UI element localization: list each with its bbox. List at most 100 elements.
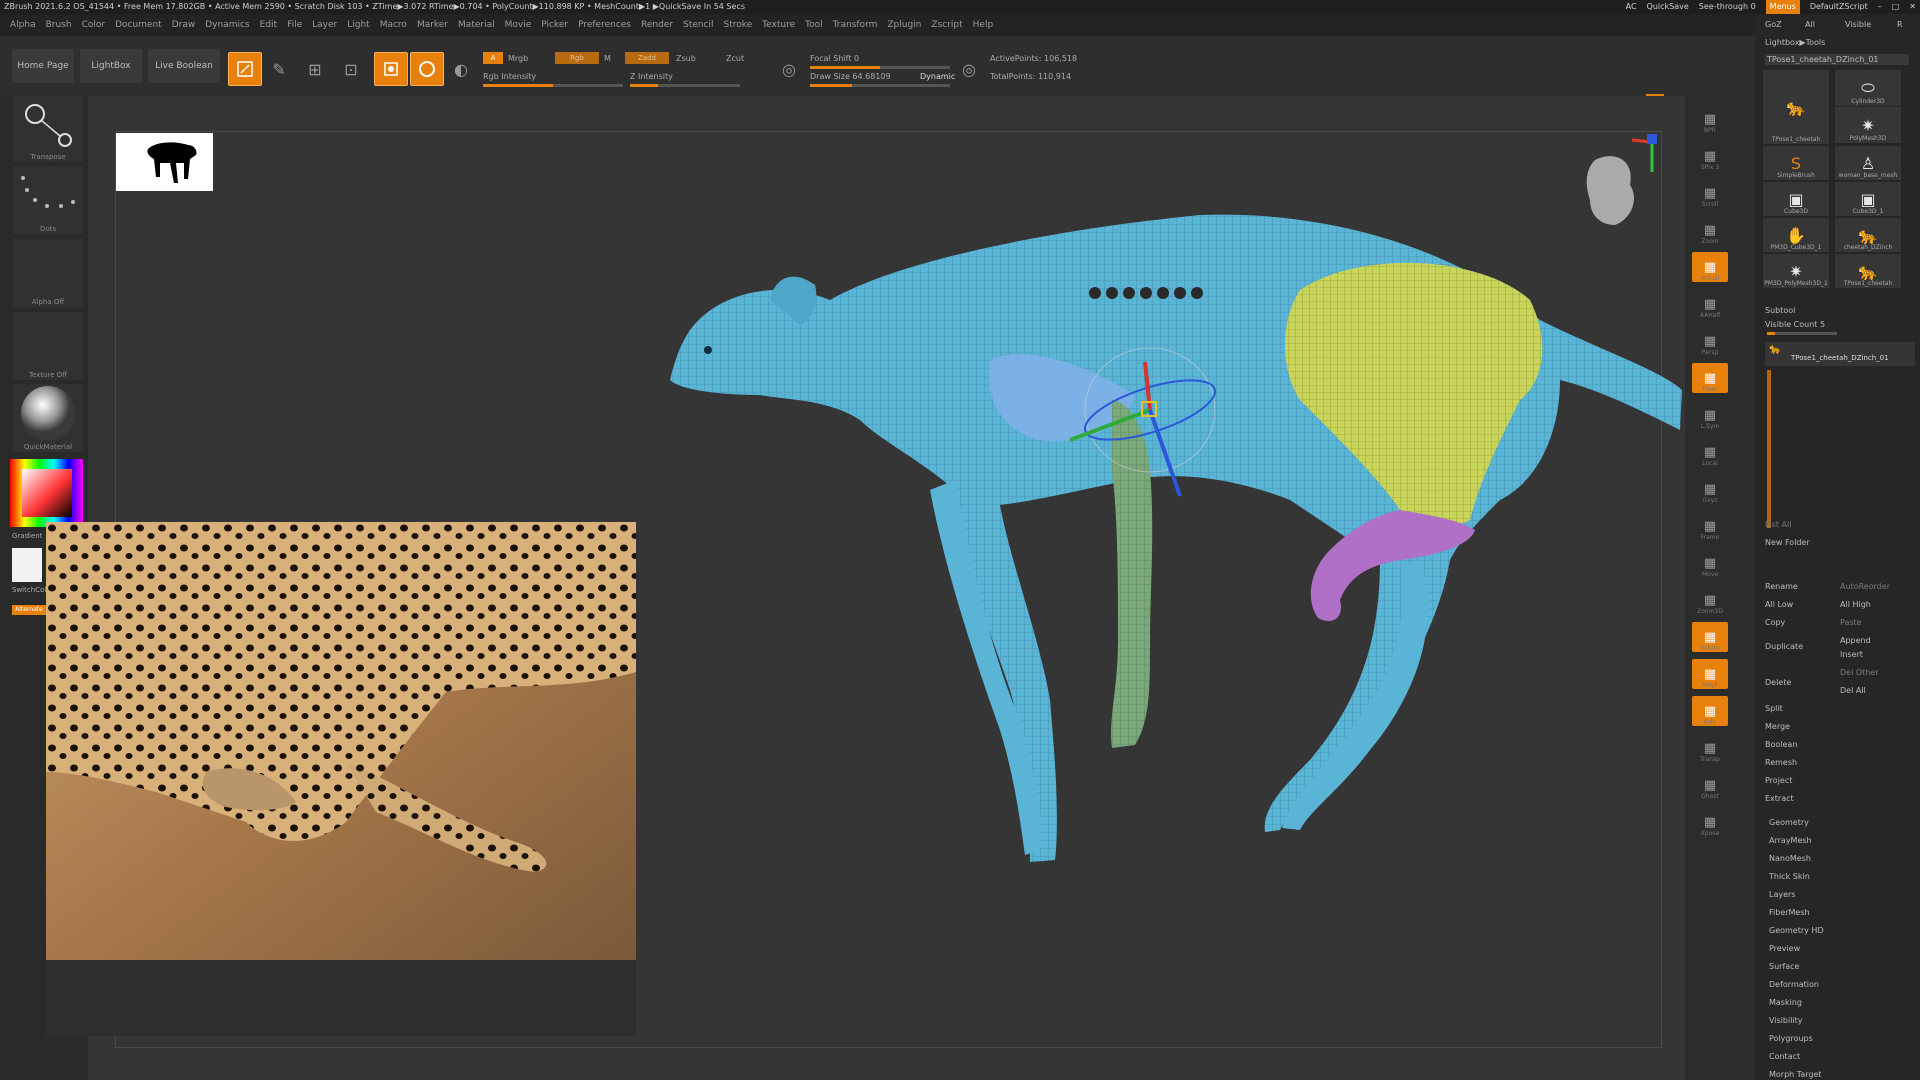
subtool-header[interactable]: Subtool [1765, 306, 1795, 315]
tool-thumb[interactable]: 🐆 cheetah_DZinch [1835, 218, 1901, 252]
subtool-all-high-button[interactable]: All High [1840, 600, 1871, 609]
shelf-solo[interactable]: ▦ Solo [1692, 696, 1728, 726]
list-all-button[interactable]: List All [1765, 520, 1791, 529]
shelf-zoom[interactable]: ▦ Zoom [1692, 215, 1728, 246]
shelf-actual-icon: ▦ [1703, 259, 1717, 275]
tool-nanomesh-section[interactable]: NanoMesh [1769, 854, 1811, 863]
subtool-extract-section[interactable]: Extract [1765, 794, 1794, 803]
tool-deformation-section[interactable]: Deformation [1769, 980, 1819, 989]
shelf-gxyz[interactable]: ▦ Gxyz [1692, 474, 1728, 505]
front-leg-wireframe [1111, 400, 1153, 748]
shelf-l-sym-icon: ▦ [1703, 407, 1717, 423]
subtool-project-section[interactable]: Project [1765, 776, 1792, 785]
subtool-merge-section[interactable]: Merge [1765, 722, 1790, 731]
subtool-delete-button[interactable]: Delete [1765, 678, 1791, 687]
tool-geometry-hd-section[interactable]: Geometry HD [1769, 926, 1824, 935]
shelf-spix-3[interactable]: ▦ SPix 3 [1692, 141, 1728, 172]
navigation-cube[interactable] [1586, 134, 1657, 225]
subtool-item[interactable]: 🐆 TPose1_cheetah_DZinch_01 [1765, 342, 1915, 366]
subtool-insert-button[interactable]: Insert [1840, 650, 1863, 659]
mini-camera-view[interactable] [116, 133, 213, 191]
tool-thumb-label: TPose1_cheetah [1843, 280, 1893, 287]
subtool-scrollbar[interactable] [1767, 370, 1771, 528]
tool-thumb[interactable]: ▣ Cube3D_1 [1835, 182, 1901, 216]
subtool-append-button[interactable]: Append [1840, 636, 1871, 645]
lightbox-tools-button[interactable]: Lightbox▶Tools [1765, 38, 1825, 47]
shelf-zoom3d[interactable]: ▦ Zoom3D [1692, 585, 1728, 616]
tool-geometry-section[interactable]: Geometry [1769, 818, 1809, 827]
current-tool-name[interactable]: TPose1_cheetah_DZinch_01 [1765, 54, 1909, 65]
tool-contact-section[interactable]: Contact [1769, 1052, 1800, 1061]
tool-thumb[interactable]: ✷ PM3D_PolyMesh3D_1 [1763, 254, 1829, 288]
shelf-scroll[interactable]: ▦ Scroll [1692, 178, 1728, 209]
subtool-autoreorder-button[interactable]: AutoReorder [1840, 582, 1890, 591]
shelf-polyf[interactable]: ▦ PolyF [1692, 659, 1728, 689]
tool-visibility-section[interactable]: Visibility [1769, 1016, 1803, 1025]
tool-thumb[interactable]: ▣ Cube3D [1763, 182, 1829, 216]
tool-thumb[interactable]: S SimpleBrush [1763, 146, 1829, 180]
shelf-label: PolyF [1702, 682, 1718, 689]
shelf-actual[interactable]: ▦ Actual [1692, 252, 1728, 282]
subtool-split-section[interactable]: Split [1765, 704, 1783, 713]
shelf-xpose[interactable]: ▦ Xpose [1692, 807, 1728, 838]
shelf-label: Xpose [1700, 830, 1720, 837]
tool-thumb[interactable]: 🐆 TPose1_cheetah [1835, 254, 1901, 288]
subtool-item-label: TPose1_cheetah_DZinch_01 [1791, 354, 1889, 362]
tool-thumb[interactable]: ✷ PolyMesh3D [1835, 107, 1901, 143]
subtool-all-low-button[interactable]: All Low [1765, 600, 1793, 609]
tool-fibermesh-section[interactable]: FiberMesh [1769, 908, 1810, 917]
shelf-bpr[interactable]: ▦ BPR [1692, 104, 1728, 135]
tool-thick-skin-section[interactable]: Thick Skin [1769, 872, 1810, 881]
gizmo-option-icon[interactable] [1140, 287, 1152, 299]
tool-polygroups-section[interactable]: Polygroups [1769, 1034, 1813, 1043]
shelf-ghost-icon: ▦ [1703, 777, 1717, 793]
tool-surface-section[interactable]: Surface [1769, 962, 1799, 971]
subtool-del-other-button[interactable]: Del Other [1840, 668, 1879, 677]
shelf-local[interactable]: ▦ Local [1692, 437, 1728, 468]
shelf-floor[interactable]: ▦ Floor [1692, 363, 1728, 393]
tool-morph-target-section[interactable]: Morph Target [1769, 1070, 1822, 1079]
tool-thumb[interactable]: 🐆 TPose1_cheetah [1763, 70, 1829, 144]
gizmo-option-icon[interactable] [1123, 287, 1135, 299]
gizmo-option-icon[interactable] [1106, 287, 1118, 299]
tool-masking-section[interactable]: Masking [1769, 998, 1802, 1007]
tool-thumb[interactable]: ♙ woman_base_mesh [1835, 146, 1901, 180]
shelf-ghost[interactable]: ▦ Ghost [1692, 770, 1728, 801]
subtool-duplicate-button[interactable]: Duplicate [1765, 642, 1803, 651]
tool-thumb[interactable]: ⬭ Cylinder3D [1835, 70, 1901, 106]
subtool-paste-button[interactable]: Paste [1840, 618, 1862, 627]
new-folder-button[interactable]: New Folder [1765, 538, 1810, 547]
subtool-rename-button[interactable]: Rename [1765, 582, 1798, 591]
shelf-label: Rotate [1700, 645, 1720, 652]
shelf-frame[interactable]: ▦ Frame [1692, 511, 1728, 542]
tool-thumb[interactable]: ✋ PM3D_Cube3D_1 [1763, 218, 1829, 252]
shelf-local-icon: ▦ [1703, 444, 1717, 460]
all-button[interactable]: All [1805, 20, 1815, 29]
tool-layers-section[interactable]: Layers [1769, 890, 1795, 899]
subtool-copy-button[interactable]: Copy [1765, 618, 1785, 627]
subtool-del-all-button[interactable]: Del All [1840, 686, 1866, 695]
visible-button[interactable]: Visible [1845, 20, 1871, 29]
gizmo-option-icon[interactable] [1089, 287, 1101, 299]
subtool-remesh-section[interactable]: Remesh [1765, 758, 1797, 767]
visible-count-slider[interactable] [1767, 332, 1837, 335]
shelf-rotate[interactable]: ▦ Rotate [1692, 622, 1728, 652]
gizmo-option-icon[interactable] [1157, 287, 1169, 299]
r-button[interactable]: R [1897, 20, 1903, 29]
star-icon: ✷ [1861, 115, 1875, 135]
tool-thumb-label: PM3D_Cube3D_1 [1770, 244, 1822, 251]
shelf-aahalf[interactable]: ▦ AAHalf [1692, 289, 1728, 320]
tool-arraymesh-section[interactable]: ArrayMesh [1769, 836, 1812, 845]
head-orientation-icon[interactable] [1586, 156, 1635, 225]
goz-button[interactable]: GoZ [1765, 20, 1782, 29]
tool-preview-section[interactable]: Preview [1769, 944, 1800, 953]
tool-thumb-label: PM3D_PolyMesh3D_1 [1764, 280, 1828, 287]
gizmo-option-icon[interactable] [1174, 287, 1186, 299]
gizmo-option-icon[interactable] [1191, 287, 1203, 299]
shelf-move[interactable]: ▦ Move [1692, 548, 1728, 579]
shelf-l-sym[interactable]: ▦ L.Sym [1692, 400, 1728, 431]
shelf-transp[interactable]: ▦ Transp [1692, 733, 1728, 764]
subtool-boolean-section[interactable]: Boolean [1765, 740, 1797, 749]
shelf-spix-3-icon: ▦ [1703, 148, 1717, 164]
shelf-persp[interactable]: ▦ Persp [1692, 326, 1728, 357]
